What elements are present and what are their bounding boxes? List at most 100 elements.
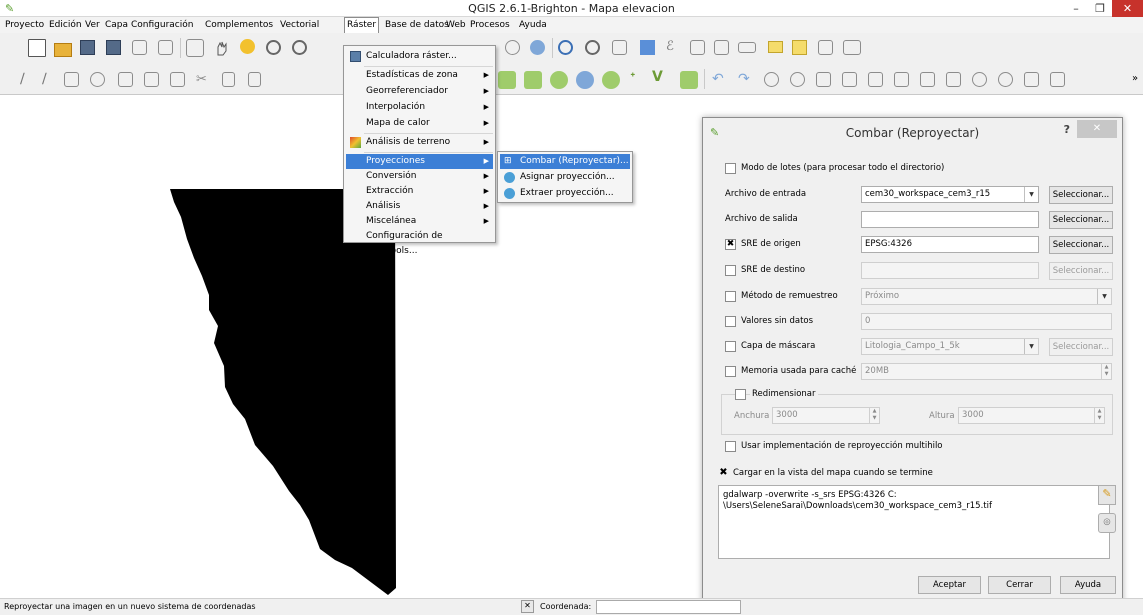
refresh-icon[interactable] — [530, 40, 545, 55]
menu-web[interactable]: Web — [444, 17, 468, 33]
menu-ayuda[interactable]: Ayuda — [517, 17, 549, 33]
output-file-field[interactable] — [861, 211, 1039, 228]
menu-item-combar-reproyectar[interactable]: ⊞ Combar (Reproyectar)... — [500, 154, 630, 169]
copy-features-icon[interactable] — [222, 72, 235, 87]
nodata-checkbox[interactable] — [725, 316, 736, 327]
add-vector-layer-icon[interactable] — [498, 71, 516, 89]
add-postgis-layer-icon[interactable] — [550, 71, 568, 89]
menu-vectorial[interactable]: Vectorial — [278, 17, 321, 33]
text-annotation-icon[interactable] — [843, 40, 861, 55]
toggle-editing-icon[interactable]: ∕ — [20, 71, 38, 89]
dialog-close-button[interactable]: ✕ — [1077, 120, 1117, 138]
maximize-button[interactable]: ❐ — [1090, 0, 1110, 17]
menu-base-de-datos[interactable]: Base de datos — [383, 17, 451, 33]
nodata-field[interactable]: 0 — [861, 313, 1112, 330]
mask-combo[interactable]: Litologia_Campo_1_5k ▼ — [861, 338, 1039, 355]
help-icon[interactable]: ? — [1064, 123, 1070, 136]
save-edits-icon[interactable] — [64, 72, 79, 87]
menu-item-interpolacion[interactable]: Interpolación ▶ — [346, 100, 493, 115]
menu-raster[interactable]: Ráster — [344, 17, 380, 33]
resampling-combo[interactable]: Próximo ▼ — [861, 288, 1112, 305]
command-preview[interactable]: gdalwarp -overwrite -s_srs EPSG:4326 C: … — [718, 485, 1110, 559]
menu-proyecto[interactable]: Proyecto — [3, 17, 46, 33]
accept-button[interactable]: Aceptar — [918, 576, 981, 594]
coordinate-field[interactable] — [596, 600, 741, 614]
new-shapefile-icon[interactable] — [680, 71, 698, 89]
menu-edicion[interactable]: Edición — [47, 17, 84, 33]
identify-features-icon[interactable] — [558, 40, 573, 55]
mask-select-button[interactable]: Seleccionar... — [1049, 338, 1113, 356]
resampling-checkbox[interactable] — [725, 291, 736, 302]
add-spatialite-layer-icon[interactable] — [576, 71, 594, 89]
svg-annotation-icon[interactable] — [1024, 72, 1039, 87]
coordinate-toggle-icon[interactable]: ✕ — [521, 600, 534, 613]
source-srs-checkbox[interactable]: ✖ — [725, 239, 736, 250]
load-map-checkbox[interactable]: ✖ — [718, 468, 729, 479]
add-feature-icon[interactable] — [90, 72, 105, 87]
menu-item-estadisticas-zona[interactable]: Estadísticas de zona ▶ — [346, 68, 493, 83]
touch-zoom-icon[interactable] — [186, 39, 204, 57]
undo-icon[interactable]: ↶ — [712, 71, 730, 89]
label-tool-icon[interactable] — [764, 72, 779, 87]
zoom-out-icon[interactable] — [292, 40, 307, 55]
source-srs-select-button[interactable]: Seleccionar... — [1049, 236, 1113, 254]
move-feature-icon[interactable] — [118, 72, 133, 87]
help-button[interactable]: Ayuda — [1060, 576, 1116, 594]
menu-item-analisis-terreno[interactable]: Análisis de terreno ▶ — [346, 135, 493, 150]
cache-checkbox[interactable] — [725, 366, 736, 377]
cache-spinbox[interactable]: 20MB ▲ ▼ — [861, 363, 1112, 380]
form-annotation-icon[interactable] — [998, 72, 1013, 87]
redo-icon[interactable]: ↷ — [738, 71, 756, 89]
menu-configuracion[interactable]: Configuración — [129, 17, 195, 33]
edit-pencil-icon[interactable]: ∕ — [42, 71, 60, 89]
pan-icon[interactable] — [212, 39, 230, 57]
statistics-icon[interactable] — [714, 40, 729, 55]
target-srs-checkbox[interactable] — [725, 265, 736, 276]
menu-item-configuracion-gdaltools[interactable]: Configuración de GdalTools... — [346, 229, 493, 256]
pin-labels-icon[interactable] — [790, 72, 805, 87]
move-label-icon[interactable] — [842, 72, 857, 87]
add-wms-layer-icon[interactable] — [602, 71, 620, 89]
composer-manager-icon[interactable] — [158, 40, 173, 55]
menu-item-miscelanea[interactable]: Miscelánea ▶ — [346, 214, 493, 229]
menu-item-calculadora-raster[interactable]: Calculadora ráster... — [346, 49, 493, 64]
node-tool-icon[interactable] — [144, 72, 159, 87]
measure-icon[interactable]: ℰ — [666, 39, 684, 57]
html-annotation-icon[interactable] — [1050, 72, 1065, 87]
attribute-table-icon[interactable] — [690, 40, 705, 55]
mask-checkbox[interactable] — [725, 341, 736, 352]
target-srs-field[interactable] — [861, 262, 1039, 279]
close-button[interactable]: ✕ — [1112, 0, 1143, 17]
label-highlight-icon[interactable] — [946, 72, 961, 87]
map-tips-icon[interactable] — [768, 41, 783, 53]
paste-features-icon[interactable] — [248, 72, 261, 87]
change-label-icon[interactable] — [894, 72, 909, 87]
menu-item-georreferenciador[interactable]: Georreferenciador ▶ — [346, 84, 493, 99]
label-properties-icon[interactable] — [920, 72, 935, 87]
zoom-in-icon[interactable] — [266, 40, 281, 55]
target-srs-select-button[interactable]: Seleccionar... — [1049, 262, 1113, 280]
input-file-combo[interactable]: cem30_workspace_cem3_r15 ▼ — [861, 186, 1039, 203]
menu-item-mapa-calor[interactable]: Mapa de calor ▶ — [346, 116, 493, 131]
cut-features-icon[interactable]: ✂ — [196, 72, 211, 87]
new-project-icon[interactable] — [28, 39, 46, 57]
menu-item-analisis[interactable]: Análisis ▶ — [346, 199, 493, 214]
open-project-icon[interactable] — [54, 43, 72, 57]
add-wfs-layer-icon[interactable]: V — [652, 69, 670, 87]
resize-checkbox[interactable] — [735, 389, 746, 400]
edit-command-button[interactable]: ✎ — [1098, 485, 1116, 505]
menu-item-asignar-proyeccion[interactable]: Asignar proyección... — [500, 170, 630, 185]
new-bookmark-icon[interactable] — [792, 40, 807, 55]
add-wcs-layer-icon[interactable]: ᐩ — [630, 70, 648, 88]
select-features-icon[interactable] — [585, 40, 600, 55]
deselect-icon[interactable] — [640, 40, 655, 55]
batch-mode-checkbox[interactable] — [725, 163, 736, 174]
delete-selected-icon[interactable] — [170, 72, 185, 87]
reset-command-button[interactable]: ◎ — [1098, 513, 1116, 533]
menu-item-conversion[interactable]: Conversión ▶ — [346, 169, 493, 184]
save-project-icon[interactable] — [80, 40, 95, 55]
rotate-label-icon[interactable] — [868, 72, 883, 87]
source-srs-field[interactable]: EPSG:4326 — [861, 236, 1039, 253]
close-dialog-button[interactable]: Cerrar — [988, 576, 1051, 594]
select-by-area-icon[interactable] — [612, 40, 627, 55]
